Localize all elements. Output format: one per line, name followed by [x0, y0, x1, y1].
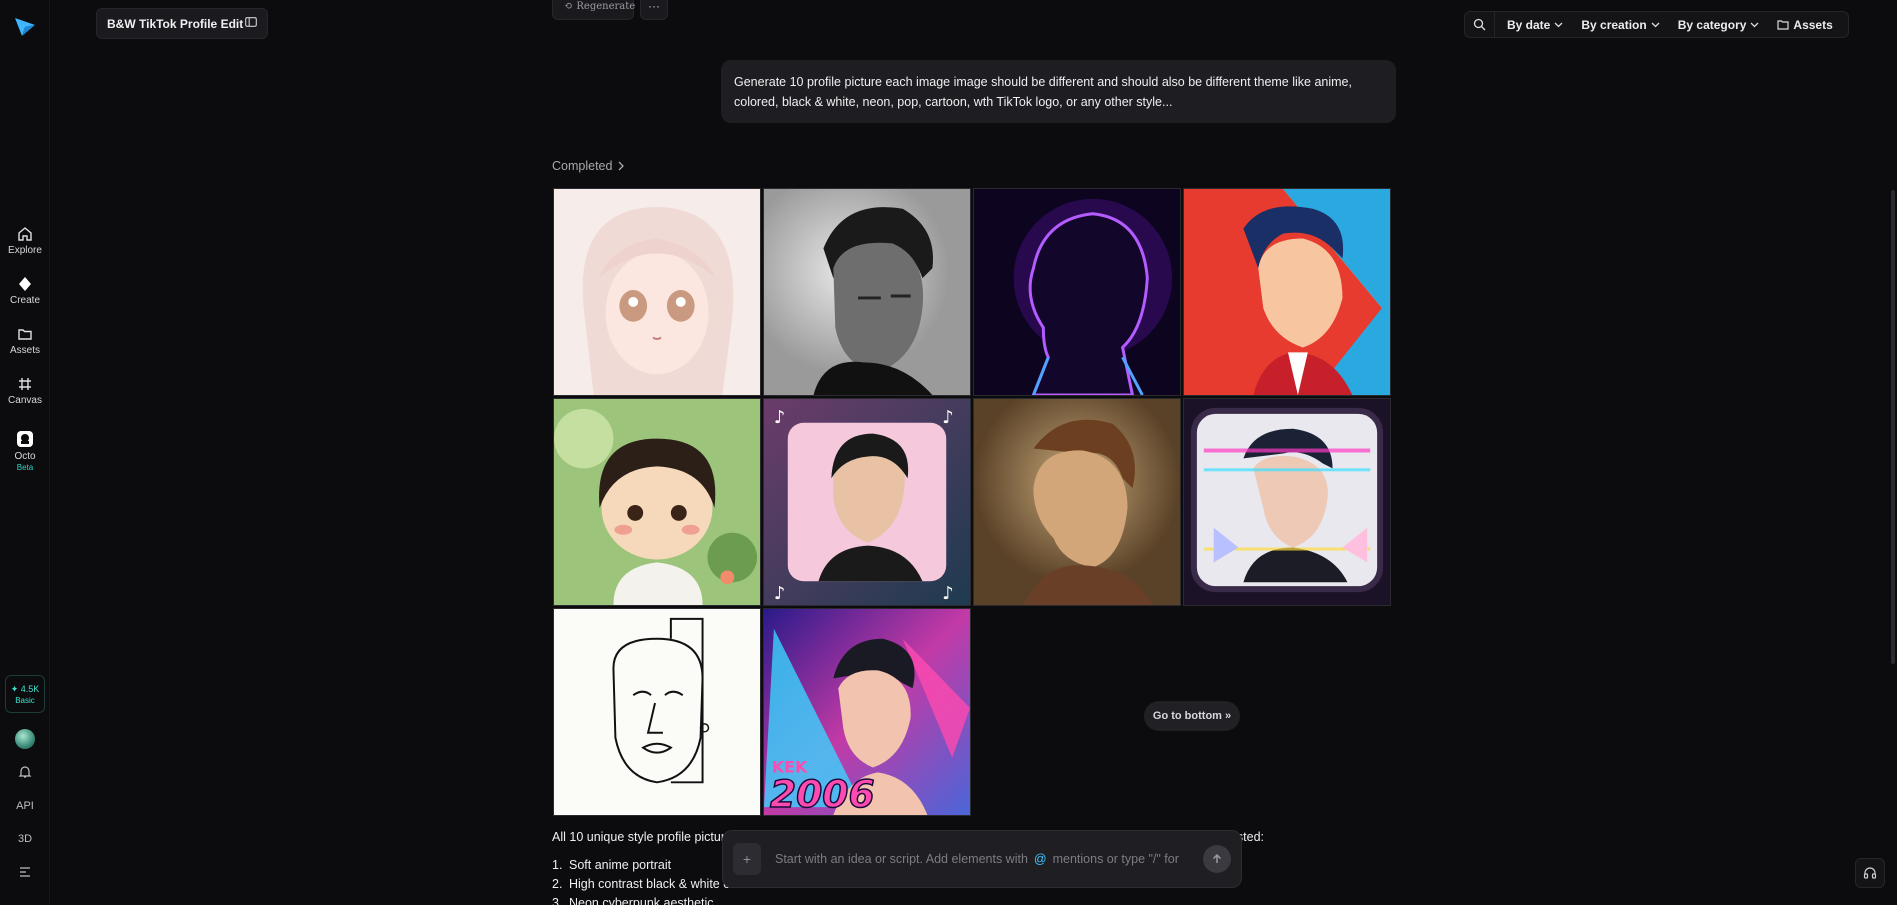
sparkle-icon: ✦ [10, 684, 19, 694]
generated-image-neon[interactable] [973, 188, 1181, 396]
user-prompt-bubble: Generate 10 profile picture each image i… [721, 60, 1396, 123]
project-title-pill[interactable]: B&W TikTok Profile Edit [96, 8, 268, 39]
prompt-input[interactable]: Start with an idea or script. Add elemen… [775, 852, 1185, 866]
folder-icon [1777, 20, 1790, 30]
api-link[interactable]: API [0, 800, 50, 812]
list-item: 1. Soft anime portrait [552, 858, 672, 872]
filter-by-date[interactable]: By date [1507, 18, 1563, 32]
arrow-up-icon [1212, 853, 1222, 863]
project-title: B&W TikTok Profile Edit [107, 16, 244, 31]
svg-text:♪: ♪ [774, 407, 785, 428]
sidebar-item-label: Explore [8, 245, 42, 256]
prompt-composer[interactable]: + Start with an idea or script. Add elem… [722, 830, 1242, 888]
assets-label: Assets [1793, 17, 1833, 32]
search-icon [1473, 18, 1486, 31]
top-filter-bar: By date By creation By category Assets [1464, 11, 1849, 38]
sidebar-item-label: Assets [9, 345, 40, 356]
paper-plane-logo-icon[interactable] [13, 14, 37, 38]
completed-status[interactable]: Completed [552, 159, 625, 173]
svg-text:♪: ♪ [942, 407, 953, 428]
at-mention-icon: @ [1033, 852, 1047, 866]
go-bottom-label: Go to bottom [1152, 710, 1222, 722]
sidebar-item-label: Octo [14, 451, 36, 462]
refresh-icon: ⟲ [564, 0, 573, 12]
scrollbar[interactable] [1891, 190, 1895, 664]
chevron-right-icon [618, 161, 625, 171]
left-rail: Explore Create Assets Canvas Octo Beta ✦… [0, 0, 50, 905]
generated-image-glitch-tv[interactable] [1183, 398, 1391, 606]
chevron-down-icon [1750, 22, 1759, 27]
svg-text:♪: ♪ [942, 583, 953, 604]
generated-image-tiktok-frame[interactable]: ♪ ♪ ♪ ♪ [763, 398, 971, 606]
headset-icon [1863, 867, 1877, 879]
generated-image-black-and-white[interactable] [763, 188, 971, 396]
avatar[interactable] [15, 729, 35, 749]
go-to-bottom-button[interactable]: Go to bottom » [1144, 701, 1240, 731]
beta-badge: Beta [16, 463, 34, 472]
svg-text:♪: ♪ [774, 583, 785, 604]
list-item: 2. High contrast black & white ed [552, 877, 738, 891]
filter-by-creation[interactable]: By creation [1581, 17, 1660, 32]
sidebar-toggle-icon[interactable] [245, 16, 257, 31]
add-attachment-button[interactable]: + [733, 843, 761, 875]
diamond-icon [19, 277, 31, 291]
sidebar-item-label: Create [9, 295, 40, 306]
sidebar-item-create[interactable]: Create [0, 276, 50, 306]
support-button[interactable] [1855, 858, 1885, 888]
list-item: 3. Neon cyberpunk aesthetic [552, 896, 714, 905]
octo-icon [17, 431, 33, 447]
generated-image-retro-80s[interactable]: KEK 2006 [763, 608, 971, 816]
sidebar-item-octo[interactable]: Octo Beta [0, 430, 50, 472]
menu-icon[interactable] [0, 866, 50, 881]
search-button[interactable] [1465, 12, 1495, 37]
sidebar-item-assets[interactable]: Assets [0, 326, 50, 356]
regenerate-label: Regenerate [576, 0, 636, 12]
send-button[interactable] [1203, 845, 1231, 873]
assets-button[interactable]: Assets [1777, 17, 1833, 32]
sidebar-item-label: Canvas [8, 395, 42, 406]
result-intro-text: All 10 unique style profile picture [552, 830, 732, 844]
regenerate-button[interactable]: ⟲ Regenerate [552, 0, 636, 20]
plan-label: Basic [15, 696, 35, 705]
double-chevron-down-icon: » [1224, 710, 1232, 722]
filter-by-category[interactable]: By category [1678, 18, 1760, 32]
generated-image-line-art[interactable] [553, 608, 761, 816]
chevron-down-icon [1554, 22, 1563, 27]
canvas-crop-icon [19, 378, 31, 390]
result-list: 1. Soft anime portrait 2. High contrast bl… [552, 856, 737, 905]
chevron-down-icon [1651, 22, 1660, 27]
bell-icon[interactable] [0, 765, 50, 782]
folder-icon [18, 329, 32, 340]
filter-label: By category [1677, 17, 1747, 32]
sidebar-item-canvas[interactable]: Canvas [0, 376, 50, 406]
filter-label: By creation [1581, 17, 1647, 32]
credits-amount: 4.5K [20, 684, 40, 694]
credits-badge[interactable]: ✦ 4.5K Basic [5, 675, 45, 713]
generated-image-anime[interactable] [553, 188, 761, 396]
generated-image-pop-art[interactable] [1183, 188, 1391, 396]
generated-image-renaissance[interactable] [973, 398, 1181, 606]
home-icon [18, 227, 32, 241]
generated-image-cartoon[interactable] [553, 398, 761, 606]
3d-link[interactable]: 3D [0, 833, 50, 845]
sidebar-item-explore[interactable]: Explore [0, 226, 50, 256]
status-label: Completed [552, 159, 613, 173]
more-options-button[interactable]: ··· [640, 0, 668, 20]
retro-text-bottom: 2006 [770, 772, 875, 815]
filter-label: By date [1507, 17, 1551, 32]
